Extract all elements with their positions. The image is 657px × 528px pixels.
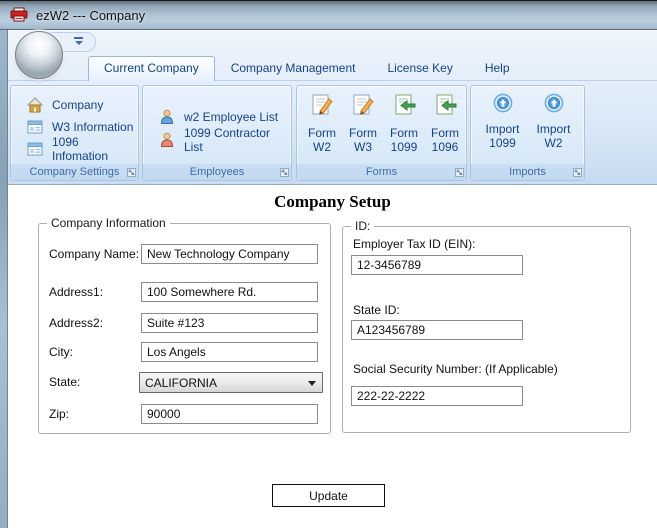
import-up-icon <box>493 93 513 113</box>
ribbon-item-label: 1096 Infomation <box>52 134 109 163</box>
window-left-border <box>0 30 8 528</box>
main-content: Company Setup Company Information Compan… <box>8 186 657 528</box>
state-id-input[interactable] <box>351 320 523 340</box>
form-edit-icon <box>310 93 334 117</box>
id-legend: ID: <box>351 219 375 233</box>
state-select-value: CALIFORNIA <box>145 375 218 390</box>
ribbon-item-label: 1099 Contractor List <box>184 125 271 154</box>
update-button[interactable]: Update <box>272 484 385 507</box>
id-groupbox: ID: Employer Tax ID (EIN): State ID: Soc… <box>342 219 631 433</box>
form-edit-icon <box>351 93 375 117</box>
tab-license-key[interactable]: License Key <box>371 56 468 80</box>
form-import-icon <box>433 93 457 117</box>
person-red-icon <box>159 132 175 148</box>
ein-input[interactable] <box>351 255 523 275</box>
address1-input[interactable] <box>141 282 318 302</box>
state-id-label: State ID: <box>353 303 400 317</box>
group-label-forms: Forms <box>297 164 466 180</box>
application-menu-orb[interactable] <box>15 31 63 79</box>
ribbon-item-form-1099[interactable]: Form 1099 <box>384 91 424 154</box>
ribbon-item-label: Company <box>52 97 104 112</box>
company-name-input[interactable] <box>141 244 318 264</box>
ribbon-item-label: w2 Employee List <box>184 109 279 124</box>
window-title: ezW2 --- Company <box>36 7 146 23</box>
company-information-legend: Company Information <box>47 216 170 230</box>
zip-label: Zip: <box>49 407 70 421</box>
ribbon-item-import-w2[interactable]: Import W2 <box>531 91 576 150</box>
ribbon: Company W3 Information 1096 Infomation C… <box>8 80 657 185</box>
tab-current-company[interactable]: Current Company <box>88 56 215 81</box>
quick-access-dropdown-icon[interactable] <box>74 37 83 45</box>
zip-input[interactable] <box>141 404 318 424</box>
ribbon-item-import-1099[interactable]: Import 1099 <box>480 91 525 150</box>
ribbon-item-form-w2[interactable]: Form W2 <box>302 91 342 154</box>
address2-input[interactable] <box>141 313 318 333</box>
ribbon-group-company-settings: Company W3 Information 1096 Infomation C… <box>10 85 139 181</box>
state-select[interactable]: CALIFORNIA <box>139 372 323 393</box>
ribbon-item-1096-information[interactable]: 1096 Infomation <box>19 135 134 163</box>
dialog-launcher-icon[interactable] <box>127 168 136 177</box>
page-title: Company Setup <box>274 192 391 211</box>
address2-label: Address2: <box>49 316 104 330</box>
dialog-launcher-icon[interactable] <box>573 168 582 177</box>
ein-label: Employer Tax ID (EIN): <box>353 237 476 251</box>
ribbon-group-forms: Form W2 Form W3 Form 1099 Form 1096 Form… <box>296 85 467 181</box>
group-label-imports: Imports <box>471 164 584 180</box>
app-window: ezW2 --- Company Current Company Company… <box>0 0 657 528</box>
ribbon-item-form-1096[interactable]: Form 1096 <box>425 91 465 154</box>
form-window-icon <box>27 141 43 157</box>
city-input[interactable] <box>141 342 318 362</box>
ribbon-item-1099-contractor-list[interactable]: 1099 Contractor List <box>151 126 287 154</box>
group-label-company-settings: Company Settings <box>11 164 138 180</box>
ribbon-item-company[interactable]: Company <box>19 94 134 115</box>
ribbon-item-form-w3[interactable]: Form W3 <box>343 91 383 154</box>
ribbon-item-w2-employee-list[interactable]: w2 Employee List <box>151 106 287 127</box>
company-information-groupbox: Company Information Company Name: Addres… <box>38 216 331 434</box>
group-label-employees: Employees <box>143 164 291 180</box>
city-label: City: <box>49 345 73 359</box>
form-window-icon <box>27 119 43 135</box>
ribbon-group-imports: Import 1099 Import W2 Imports <box>470 85 585 181</box>
state-label: State: <box>49 375 81 389</box>
person-blue-icon <box>159 109 175 125</box>
dialog-launcher-icon[interactable] <box>280 168 289 177</box>
dialog-launcher-icon[interactable] <box>455 168 464 177</box>
building-icon <box>27 96 43 113</box>
address1-label: Address1: <box>49 285 104 299</box>
tab-company-management[interactable]: Company Management <box>215 56 372 80</box>
tab-help[interactable]: Help <box>469 56 526 80</box>
titlebar[interactable]: ezW2 --- Company <box>0 0 657 30</box>
ezw2-app-icon <box>10 7 28 23</box>
company-name-label: Company Name: <box>49 247 140 261</box>
ssn-label: Social Security Number: (If Applicable) <box>353 362 558 376</box>
form-import-icon <box>392 93 416 117</box>
ribbon-tab-row: Current Company Company Management Licen… <box>88 55 526 81</box>
import-up-icon <box>544 93 564 113</box>
ribbon-group-employees: w2 Employee List 1099 Contractor List Em… <box>142 85 292 181</box>
ribbon-item-label: W3 Information <box>52 119 134 134</box>
chevron-down-icon <box>308 381 316 386</box>
ssn-input[interactable] <box>351 386 523 406</box>
ribbon-chrome: Current Company Company Management Licen… <box>8 30 657 185</box>
